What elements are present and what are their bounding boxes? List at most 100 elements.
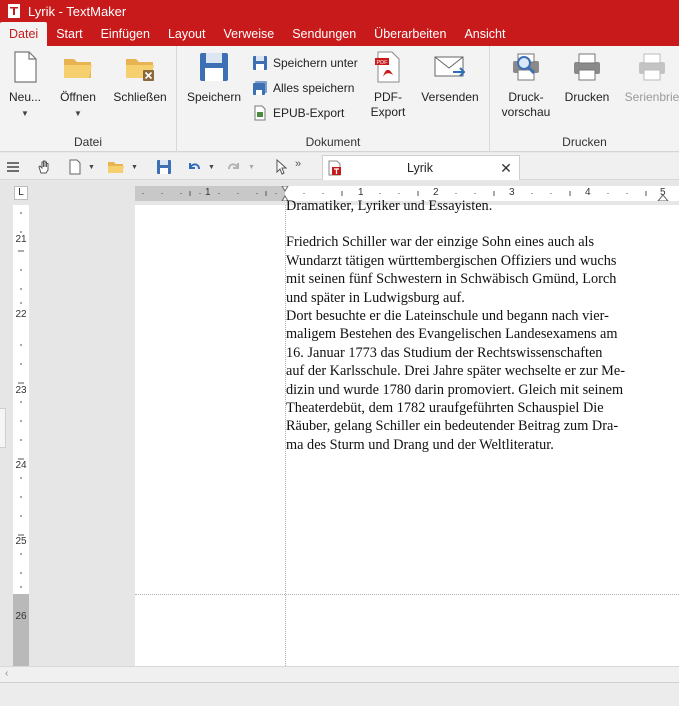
textmaker-document-icon <box>328 160 341 176</box>
print-preview-button[interactable]: Druck- vorschau <box>496 50 556 120</box>
send-button-label: Versenden <box>421 90 479 104</box>
save-quick-button[interactable] <box>156 157 172 177</box>
ruler-number: 23 <box>15 385 27 396</box>
tab-einfuegen[interactable]: Einfügen <box>92 22 159 46</box>
save-all-button[interactable]: Alles speichern <box>252 77 354 99</box>
text-line: Dort besuchte er die Lateinschule und be… <box>286 308 609 325</box>
text-line: und später in Ludwigsburg auf. <box>286 289 465 306</box>
open-button[interactable]: Öffnen ▼ <box>54 50 102 121</box>
text-line: Dramatiker, Lyriker und Essayisten. <box>286 198 493 214</box>
print-preview-icon <box>513 53 539 81</box>
tab-verweise[interactable]: Verweise <box>214 22 283 46</box>
new-button[interactable]: Neu... ▼ <box>4 50 46 121</box>
print-preview-label-2: vorschau <box>501 105 551 119</box>
vertical-ruler[interactable]: 21 22 23 24 25 26 <box>13 205 29 666</box>
tab-datei[interactable]: Datei <box>0 22 48 46</box>
mail-merge-button[interactable]: Serienbrie <box>622 50 679 105</box>
tab-sendungen[interactable]: Sendungen <box>283 22 365 46</box>
new-doc-quick-button[interactable]: ▼ <box>68 157 95 177</box>
tab-layout[interactable]: Layout <box>159 22 215 46</box>
save-all-label: Alles speichern <box>273 81 355 95</box>
chevron-down-icon[interactable]: ▼ <box>131 164 138 171</box>
scroll-left-icon[interactable]: ‹ <box>5 668 8 679</box>
chevron-down-icon: ▼ <box>74 109 82 118</box>
document-page[interactable]: Dramatiker, Lyriker und Essayisten. Frie… <box>135 198 679 666</box>
save-button[interactable]: Speichern <box>185 50 243 105</box>
epub-export-button[interactable]: EPUB-Export <box>252 102 344 124</box>
empty-line <box>286 215 668 233</box>
document-text[interactable]: Dramatiker, Lyriker und Essayisten. Frie… <box>286 197 668 454</box>
text-line: ma des Sturm und Drang und der Weltliter… <box>286 436 554 453</box>
ruler-number: 1 <box>205 187 211 198</box>
close-folder-icon <box>126 59 154 81</box>
document-tab[interactable]: Lyrik ✕ <box>322 155 520 180</box>
redo-button[interactable]: ▼ <box>226 157 255 177</box>
text-line: auf der Karlsschule. Drei Jahre später w… <box>286 363 625 380</box>
text-line: Wundarzt tätigen württembergischen Offiz… <box>286 252 617 269</box>
tab-stop-selector[interactable]: L <box>14 186 28 200</box>
group-dokument: Speichern Speichern unter Alles speicher… <box>177 46 490 152</box>
ribbon-tabs: Datei Start Einfügen Layout Verweise Sen… <box>0 22 679 46</box>
close-tab-icon[interactable]: ✕ <box>497 160 515 177</box>
group-drucken: Druck- vorschau Drucken Serienbrie Druck… <box>490 46 679 152</box>
close-button[interactable]: Schließen <box>110 50 170 105</box>
tab-ueberarbeiten[interactable]: Überarbeiten <box>365 22 455 46</box>
pdf-export-button[interactable]: PDF PDF- Export <box>363 50 413 120</box>
pointer-icon <box>276 159 288 175</box>
pdf-export-label-2: Export <box>370 105 406 119</box>
open-folder-icon <box>64 59 92 78</box>
tab-start[interactable]: Start <box>47 22 91 46</box>
ruler-number: 26 <box>15 611 27 622</box>
undo-icon <box>189 163 200 170</box>
select-tool-button[interactable] <box>275 157 289 177</box>
text-line: 16. Januar 1773 das Studium der Rechtswi… <box>286 344 603 361</box>
pdf-icon: PDF <box>375 51 400 83</box>
toolbar-overflow-icon[interactable]: » <box>295 154 301 174</box>
send-button[interactable]: Versenden <box>419 50 481 105</box>
ruler-ticks <box>18 212 24 588</box>
mail-merge-label: Serienbrie <box>624 90 679 104</box>
save-as-button[interactable]: Speichern unter <box>252 52 358 74</box>
svg-text:PDF: PDF <box>377 60 389 66</box>
hand-tool-button[interactable] <box>36 157 52 177</box>
page-break-guide <box>135 594 679 595</box>
new-document-icon <box>69 159 81 175</box>
window-title: Lyrik - TextMaker <box>28 3 127 19</box>
new-document-icon <box>14 51 37 83</box>
printer-icon <box>574 53 600 81</box>
title-bar: Lyrik - TextMaker <box>0 0 679 22</box>
status-bar <box>0 682 679 706</box>
save-button-label: Speichern <box>186 90 242 104</box>
chevron-down-icon[interactable]: ▼ <box>208 164 215 171</box>
ruler-number: 24 <box>15 460 27 471</box>
hamburger-menu-button[interactable] <box>6 157 20 177</box>
text-line: Friedrich Schiller war der einzige Sohn … <box>286 234 595 251</box>
text-line: mit seinen fünf Schwestern in Schwäbisch… <box>286 271 617 288</box>
open-folder-icon <box>108 162 124 173</box>
send-mail-icon <box>434 56 466 77</box>
mail-merge-printer-icon <box>639 53 665 81</box>
ruler-number: 22 <box>15 309 27 320</box>
redo-icon <box>228 163 239 170</box>
save-all-icon <box>253 81 267 95</box>
epub-export-label: EPUB-Export <box>273 106 345 120</box>
open-quick-button[interactable]: ▼ <box>107 157 138 177</box>
save-icon <box>157 160 171 174</box>
group-label-dokument: Dokument <box>305 135 361 149</box>
chevron-down-icon[interactable]: ▼ <box>248 164 255 171</box>
text-line: maligem Bestehen des Evangelischen Lande… <box>286 326 618 343</box>
group-label-datei: Datei <box>73 135 102 149</box>
tab-ansicht[interactable]: Ansicht <box>455 22 514 46</box>
open-button-label: Öffnen <box>60 90 96 104</box>
chevron-down-icon[interactable]: ▼ <box>88 164 95 171</box>
close-button-label: Schließen <box>113 90 167 104</box>
print-button-label: Drucken <box>564 90 610 104</box>
horizontal-scrollbar[interactable]: ‹ <box>0 666 679 682</box>
sidebar-toggle-handle[interactable] <box>0 408 6 448</box>
undo-button[interactable]: ▼ <box>186 157 215 177</box>
ruler-number: 25 <box>15 536 27 547</box>
print-button[interactable]: Drucken <box>562 50 612 105</box>
textmaker-app-icon <box>8 4 20 18</box>
epub-icon <box>254 105 266 121</box>
chevron-down-icon: ▼ <box>21 109 29 118</box>
